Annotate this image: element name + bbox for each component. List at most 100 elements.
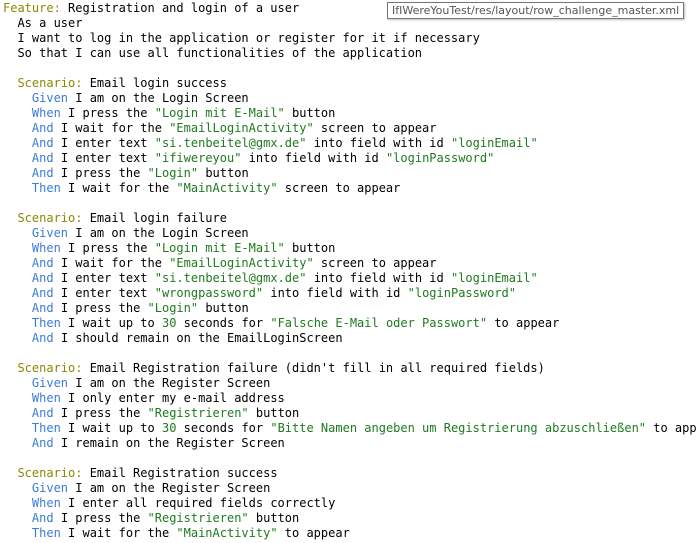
- code-text: I wait for the: [53, 121, 170, 135]
- code-line[interactable]: So that I can use all functionalities of…: [3, 46, 697, 61]
- step-keyword: Given: [31, 481, 69, 495]
- code-line[interactable]: And I press the "Registrieren" button: [3, 406, 697, 421]
- string-literal: "Registrieren": [147, 406, 249, 420]
- string-literal: "loginPassword": [385, 151, 495, 165]
- blank-line[interactable]: [3, 346, 697, 361]
- code-line[interactable]: And I remain on the Register Screen: [3, 436, 697, 451]
- code-line[interactable]: Then I wait for the "MainActivity" to ap…: [3, 526, 697, 541]
- code-line[interactable]: And I wait for the "EmailLoginActivity" …: [3, 121, 697, 136]
- step-keyword: Then: [31, 316, 61, 330]
- code-line[interactable]: Given I am on the Login Screen: [3, 226, 697, 241]
- code-text: I press the: [60, 241, 155, 255]
- step-keyword: Given: [31, 226, 69, 240]
- code-line[interactable]: When I only enter my e-mail address: [3, 391, 697, 406]
- code-text: screen to appear: [313, 256, 437, 270]
- code-text: I press the: [60, 106, 155, 120]
- code-text: button: [248, 406, 300, 420]
- step-keyword: When: [31, 496, 61, 510]
- number-literal: 30: [161, 316, 177, 330]
- step-keyword: And: [31, 511, 54, 525]
- code-line[interactable]: Scenario: Email Registration failure (di…: [3, 361, 697, 376]
- code-line[interactable]: And I press the "Registrieren" button: [3, 511, 697, 526]
- step-keyword: When: [31, 241, 61, 255]
- blank-line[interactable]: [3, 196, 697, 211]
- code-text: Registration and login of a user: [60, 1, 300, 15]
- step-keyword: And: [31, 436, 54, 450]
- code-text: to appear: [277, 526, 350, 540]
- code-line[interactable]: Then I wait for the "MainActivity" scree…: [3, 181, 697, 196]
- code-text: As a user: [3, 16, 83, 30]
- code-text: into field with id: [241, 151, 386, 165]
- feature-file-editor[interactable]: Feature: Registration and login of a use…: [0, 0, 697, 543]
- code-text: button: [284, 106, 336, 120]
- code-text: I wait for the: [60, 181, 177, 195]
- code-line[interactable]: And I press the "Login" button: [3, 166, 697, 181]
- code-line[interactable]: And I enter text "si.tenbeitel@gmx.de" i…: [3, 271, 697, 286]
- blank-line[interactable]: [3, 61, 697, 76]
- code-line[interactable]: Given I am on the Login Screen: [3, 91, 697, 106]
- blank-line[interactable]: [3, 451, 697, 466]
- code-text: into field with id: [306, 271, 451, 285]
- code-text: I wait for the: [60, 526, 177, 540]
- code-line[interactable]: And I enter text "ifiwereyou" into field…: [3, 151, 697, 166]
- code-line[interactable]: Scenario: Email Registration success: [3, 466, 697, 481]
- code-line[interactable]: When I enter all required fields correct…: [3, 496, 697, 511]
- gherkin-keyword: Scenario:: [17, 361, 83, 375]
- code-text: I am on the Login Screen: [68, 91, 249, 105]
- step-keyword: When: [31, 106, 61, 120]
- code-text-area[interactable]: Feature: Registration and login of a use…: [3, 1, 697, 541]
- code-text: Email login failure: [82, 211, 227, 225]
- code-line[interactable]: Then I wait up to 30 seconds for "Falsch…: [3, 316, 697, 331]
- string-literal: "MainActivity": [176, 181, 278, 195]
- code-line[interactable]: And I should remain on the EmailLoginScr…: [3, 331, 697, 346]
- string-literal: "Login": [147, 301, 199, 315]
- step-keyword: Then: [31, 181, 61, 195]
- code-line[interactable]: And I press the "Login" button: [3, 301, 697, 316]
- step-keyword: And: [31, 166, 54, 180]
- code-text: button: [198, 301, 249, 315]
- code-line[interactable]: Given I am on the Register Screen: [3, 376, 697, 391]
- code-line[interactable]: Scenario: Email login success: [3, 76, 697, 91]
- string-literal: "wrongpassword": [154, 286, 264, 300]
- code-line[interactable]: Given I am on the Register Screen: [3, 481, 697, 496]
- code-text: I press the: [53, 166, 148, 180]
- code-line[interactable]: When I press the "Login mit E-Mail" butt…: [3, 106, 697, 121]
- code-line[interactable]: Scenario: Email login failure: [3, 211, 697, 226]
- code-text: to appear: [653, 421, 697, 435]
- code-line[interactable]: And I enter text "si.tenbeitel@gmx.de" i…: [3, 136, 697, 151]
- code-text: seconds for: [176, 316, 271, 330]
- step-keyword: Given: [31, 376, 69, 390]
- code-line[interactable]: Then I wait up to 30 seconds for "Bitte …: [3, 421, 697, 436]
- string-literal: "Registrieren": [147, 511, 249, 525]
- code-line[interactable]: And I wait for the "EmailLoginActivity" …: [3, 256, 697, 271]
- step-keyword: Then: [31, 421, 61, 435]
- step-keyword: And: [31, 406, 54, 420]
- code-line[interactable]: And I enter text "wrongpassword" into fi…: [3, 286, 697, 301]
- string-literal: "loginPassword": [407, 286, 516, 300]
- step-keyword: Then: [31, 526, 61, 540]
- code-text: I enter text: [53, 271, 155, 285]
- code-text: I press the: [53, 301, 148, 315]
- string-literal: "Login mit E-Mail": [154, 241, 285, 255]
- code-line[interactable]: When I press the "Login mit E-Mail" butt…: [3, 241, 697, 256]
- code-line[interactable]: I want to log in the application or regi…: [3, 31, 697, 46]
- string-literal: "loginEmail": [450, 271, 538, 285]
